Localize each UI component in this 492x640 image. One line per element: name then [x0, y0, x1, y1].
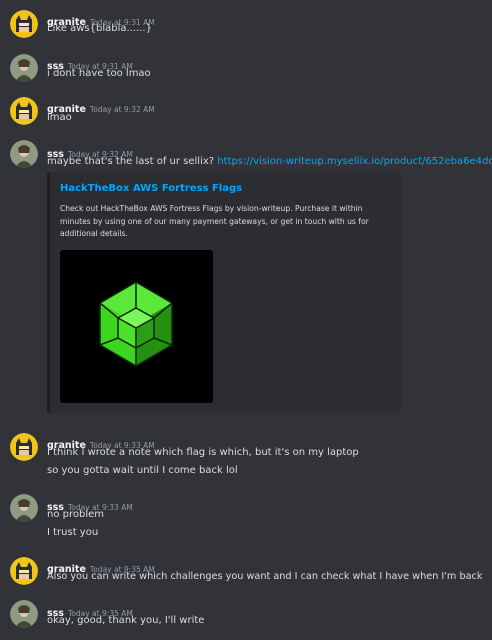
message-text-part: maybe that's the last of ur sellix? — [47, 156, 215, 167]
timestamp: Today at 9:32 AM — [89, 105, 155, 114]
message-text: no problem — [47, 509, 105, 520]
message-text: I think I wrote a note which flag is whi… — [47, 447, 359, 458]
avatar-batman[interactable] — [10, 557, 38, 585]
message-text: Also you can write which challenges you … — [47, 571, 483, 582]
avatar-sss[interactable] — [10, 140, 38, 168]
message-group: granite Today at 9:32 AM lmao — [0, 92, 492, 136]
message-group: sss Today at 9:35 AM okay, good, thank yo… — [0, 594, 492, 640]
link-embed: HackTheBox AWS Fortress Flags Check out … — [47, 172, 401, 413]
avatar-sss[interactable] — [10, 54, 38, 82]
message-group: granite Today at 9:35 AM Also you can wri… — [0, 550, 492, 594]
message-text: lmao — [47, 112, 72, 123]
message-text: I trust you — [47, 527, 99, 538]
message-text: so you gotta wait until I come back lol — [47, 465, 238, 476]
avatar-batman[interactable] — [10, 97, 38, 125]
message-group: granite Today at 9:31 AM Like aws{blabla.… — [0, 0, 492, 44]
embed-description: Check out HackTheBox AWS Fortress Flags … — [60, 204, 369, 238]
avatar-sss[interactable] — [10, 494, 38, 522]
message-text: i dont have too lmao — [47, 68, 151, 79]
embed-title-link[interactable]: HackTheBox AWS Fortress Flags — [60, 183, 242, 194]
avatar-sss[interactable] — [10, 600, 38, 628]
avatar-batman[interactable] — [10, 433, 38, 461]
message-group: granite Today at 9:33 AM I think I wrote … — [0, 426, 492, 488]
message-text: okay, good, thank you, I'll write — [47, 615, 205, 626]
message-text: Like aws{blabla......} — [47, 23, 152, 34]
message-group: sss Today at 9:31 AM i dont have too lmao — [0, 48, 492, 92]
green-cube-logo-icon — [99, 281, 173, 367]
avatar-batman[interactable] — [10, 10, 38, 38]
message-group: sss Today at 9:33 AM no problem I trust y… — [0, 488, 492, 550]
product-link[interactable]: https://vision-writeup.mysellix.io/produ… — [217, 156, 492, 167]
embed-image[interactable] — [60, 250, 213, 403]
message-text: maybe that's the last of ur sellix? http… — [47, 156, 492, 167]
